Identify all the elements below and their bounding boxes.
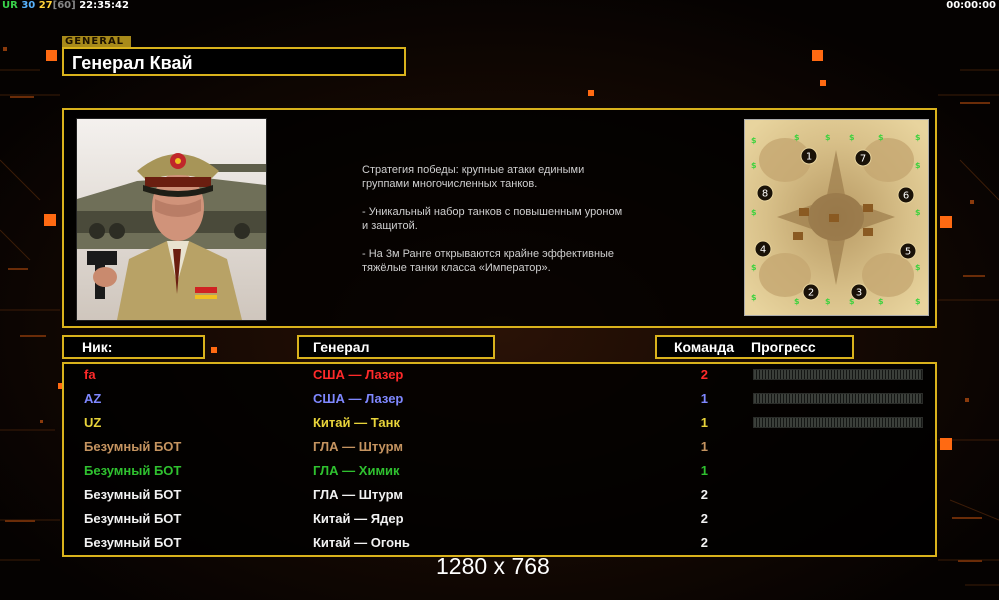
- value-60: [60]: [52, 0, 76, 11]
- general-tag: GENERAL: [62, 36, 131, 47]
- player-team[interactable]: 2: [698, 532, 708, 554]
- supply-icon: $: [915, 161, 921, 170]
- start-position-6[interactable]: 6: [897, 186, 915, 204]
- player-nick: Безумный БОТ: [84, 511, 182, 526]
- player-team[interactable]: 1: [698, 436, 708, 458]
- player-team[interactable]: 2: [698, 508, 708, 530]
- supply-icon: $: [849, 297, 855, 306]
- general-title: Генерал Квай: [62, 47, 406, 76]
- player-team[interactable]: 2: [698, 484, 708, 506]
- supply-icon: $: [878, 297, 884, 306]
- start-position-8[interactable]: 8: [756, 184, 774, 202]
- column-header-general: Генерал: [297, 335, 495, 359]
- svg-text:1: 1: [806, 152, 812, 163]
- svg-text:4: 4: [760, 245, 766, 256]
- player-progress-bar: [753, 417, 923, 428]
- player-general[interactable]: ГЛА — Химик: [313, 460, 400, 482]
- player-general[interactable]: Китай — Огонь: [313, 532, 410, 554]
- supply-icon: $: [915, 297, 921, 306]
- description-line: - Уникальный набор танков с повышенным у…: [362, 206, 623, 232]
- svg-text:7: 7: [860, 154, 866, 165]
- supply-icon: $: [751, 136, 757, 145]
- supply-icon: $: [825, 297, 831, 306]
- start-position-2[interactable]: 2: [802, 283, 820, 301]
- player-nick: Безумный БОТ: [84, 535, 182, 550]
- player-nick: Безумный БОТ: [84, 463, 182, 478]
- player-team[interactable]: 2: [698, 364, 708, 386]
- value-30: 30: [21, 0, 36, 11]
- player-progress-bar: [753, 393, 923, 404]
- svg-text:8: 8: [762, 189, 768, 200]
- player-row[interactable]: AZ США — Лазер 1: [64, 388, 935, 410]
- supply-icon: $: [751, 293, 757, 302]
- supply-icon: $: [915, 208, 921, 217]
- description-line: - На 3м Ранге открываются крайне эффекти…: [362, 248, 615, 274]
- game-timer: 00:00:00: [946, 0, 996, 11]
- general-description: Стратегия победы: крупные атаки едиными …: [362, 163, 662, 289]
- player-nick: Безумный БОТ: [84, 487, 182, 502]
- player-general[interactable]: Китай — Танк: [313, 412, 400, 434]
- player-row[interactable]: fa США — Лазер 2: [64, 364, 935, 386]
- player-row[interactable]: Безумный БОТ Китай — Ядер 2: [64, 508, 935, 530]
- supply-icon: $: [751, 263, 757, 272]
- supply-icon: $: [915, 133, 921, 142]
- general-portrait: [76, 118, 267, 321]
- supply-icon: $: [878, 133, 884, 142]
- player-row[interactable]: Безумный БОТ ГЛА — Химик 1: [64, 460, 935, 482]
- svg-text:5: 5: [905, 247, 911, 258]
- player-row[interactable]: Безумный БОТ Китай — Огонь 2: [64, 532, 935, 554]
- player-general[interactable]: ГЛА — Штурм: [313, 484, 403, 506]
- player-nick: UZ: [84, 415, 102, 430]
- description-line: Стратегия победы: крупные атаки едиными …: [362, 164, 585, 190]
- player-general[interactable]: Китай — Ядер: [313, 508, 404, 530]
- column-header-progress: Прогресс: [751, 339, 816, 355]
- value-27: 27: [38, 0, 53, 11]
- supply-icon: $: [751, 208, 757, 217]
- svg-text:6: 6: [903, 191, 909, 202]
- supply-icon: $: [915, 263, 921, 272]
- svg-text:2: 2: [808, 288, 814, 299]
- svg-text:3: 3: [856, 288, 862, 299]
- column-header-team: Команда: [674, 339, 734, 355]
- column-header-nick: Ник:: [62, 335, 205, 359]
- resolution-label: 1280 x 768: [436, 553, 550, 579]
- start-position-4[interactable]: 4: [754, 240, 772, 258]
- player-row[interactable]: UZ Китай — Танк 1: [64, 412, 935, 434]
- supply-icon: $: [794, 297, 800, 306]
- player-nick: Безумный БОТ: [84, 439, 182, 454]
- supply-icon: $: [825, 133, 831, 142]
- player-general[interactable]: ГЛА — Штурм: [313, 436, 403, 458]
- top-status-bar: UR 30 27[60] 22:35:42 00:00:00: [0, 0, 999, 12]
- supply-icon: $: [794, 133, 800, 142]
- players-list: fa США — Лазер 2 AZ США — Лазер 1 UZ Китай — Та…: [62, 362, 937, 557]
- player-team[interactable]: 1: [698, 460, 708, 482]
- supply-icon: $: [751, 161, 757, 170]
- ur-label: UR: [2, 0, 18, 11]
- start-position-5[interactable]: 5: [899, 242, 917, 260]
- player-row[interactable]: Безумный БОТ ГЛА — Штурм 1: [64, 436, 935, 458]
- supply-icon: $: [849, 133, 855, 142]
- minimap[interactable]: 1 2 3 4 5 6 7 8 $ $ $ $ $ $ $ $ $ $ $ $ $ $ $ $ $ $: [744, 119, 929, 316]
- ping-readout: UR 30 27[60] 22:35:42: [2, 0, 129, 11]
- start-position-1[interactable]: 1: [800, 147, 818, 165]
- player-progress-bar: [753, 369, 923, 380]
- column-header-team-progress: Команда Прогресс: [655, 335, 854, 359]
- player-general[interactable]: США — Лазер: [313, 364, 403, 386]
- player-team[interactable]: 1: [698, 388, 708, 410]
- player-nick: fa: [84, 367, 96, 382]
- player-row[interactable]: Безумный БОТ ГЛА — Штурм 2: [64, 484, 935, 506]
- player-nick: AZ: [84, 391, 102, 406]
- player-team[interactable]: 1: [698, 412, 708, 434]
- start-position-7[interactable]: 7: [854, 149, 872, 167]
- clock: 22:35:42: [79, 0, 129, 11]
- player-general[interactable]: США — Лазер: [313, 388, 403, 410]
